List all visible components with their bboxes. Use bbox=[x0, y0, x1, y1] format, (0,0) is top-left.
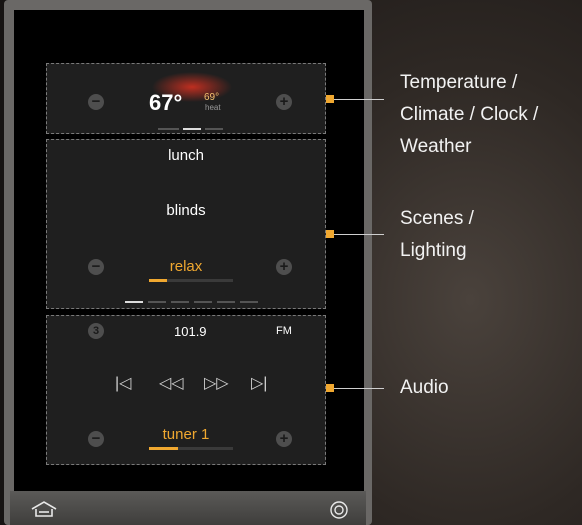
scene-level-bar[interactable] bbox=[149, 279, 233, 282]
scene-page-indicator-1 bbox=[125, 301, 143, 303]
audio-room-badge[interactable]: 3 bbox=[88, 323, 104, 339]
temperature-page-indicator-2 bbox=[169, 128, 179, 130]
temperature-callout-line bbox=[334, 99, 384, 100]
current-temperature: 67° bbox=[149, 90, 183, 115]
temperature-increase-button[interactable]: + bbox=[276, 94, 292, 110]
rewind-icon[interactable]: ◁◁ bbox=[159, 373, 184, 393]
volume-fill bbox=[149, 447, 179, 450]
temperature-callout-label: Temperature / Climate / Clock / Weather bbox=[400, 72, 539, 157]
temperature-panel[interactable]: − 67° 69° heat + bbox=[46, 63, 326, 134]
scene-increase-button[interactable]: + bbox=[276, 259, 292, 275]
scene-item-blinds[interactable]: blinds bbox=[47, 202, 325, 219]
radio-station: 101.9 bbox=[174, 324, 207, 339]
scene-page-indicator-3 bbox=[171, 301, 189, 303]
power-icon[interactable] bbox=[329, 500, 349, 520]
scenes-callout-marker bbox=[326, 230, 334, 238]
scene-page-indicator-4 bbox=[194, 301, 212, 303]
temperature-page-indicator-3 bbox=[183, 128, 201, 130]
scene-page-indicator-5 bbox=[217, 301, 235, 303]
audio-callout-line bbox=[334, 388, 384, 389]
temperature-page-indicator-4 bbox=[205, 128, 223, 130]
skip-back-icon[interactable]: |◁ bbox=[115, 373, 131, 393]
hvac-mode: heat bbox=[205, 103, 221, 112]
scene-item-lunch[interactable]: lunch bbox=[47, 147, 325, 164]
scene-page-indicator-6 bbox=[240, 301, 258, 303]
setpoint-temperature: 69° bbox=[204, 92, 220, 103]
scenes-callout-line bbox=[334, 234, 384, 235]
scene-level-fill bbox=[149, 279, 168, 282]
volume-bar[interactable] bbox=[149, 447, 233, 450]
skip-forward-icon[interactable]: ▷| bbox=[251, 373, 267, 393]
radio-band[interactable]: FM bbox=[276, 325, 292, 337]
audio-callout-marker bbox=[326, 384, 334, 392]
home-icon[interactable] bbox=[30, 500, 58, 518]
scenes-callout-label: Scenes / Lighting bbox=[400, 208, 474, 261]
scene-page-indicator-2 bbox=[148, 301, 166, 303]
fast-forward-icon[interactable]: ▷▷ bbox=[204, 373, 229, 393]
audio-panel: 3 101.9 FM |◁ ◁◁ ▷▷ ▷| − tuner 1 + bbox=[46, 315, 326, 465]
temperature-decrease-button[interactable]: − bbox=[88, 94, 104, 110]
scenes-panel: lunch blinds − relax + bbox=[46, 139, 326, 309]
volume-increase-button[interactable]: + bbox=[276, 431, 292, 447]
bottom-bar bbox=[10, 491, 366, 525]
temperature-callout-marker bbox=[326, 95, 334, 103]
audio-callout-label: Audio bbox=[400, 377, 449, 398]
